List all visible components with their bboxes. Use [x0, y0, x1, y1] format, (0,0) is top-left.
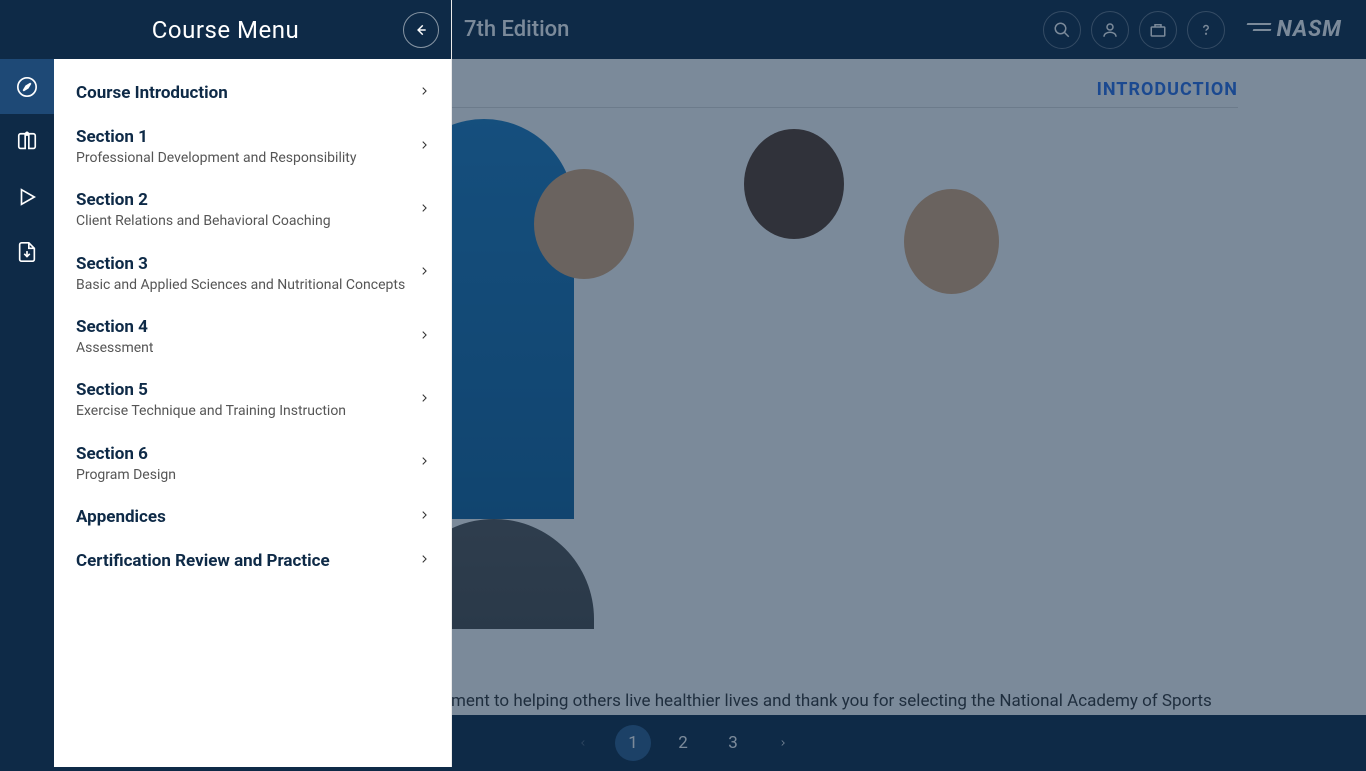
menu-item-section-1[interactable]: Section 1 Professional Development and R…	[62, 115, 443, 178]
menu-item-section-2[interactable]: Section 2 Client Relations and Behaviora…	[62, 178, 443, 241]
menu-item-section-5[interactable]: Section 5 Exercise Technique and Trainin…	[62, 368, 443, 431]
menu-item-title: Section 6	[76, 443, 419, 465]
chevron-right-icon	[419, 200, 429, 220]
compass-icon	[16, 76, 38, 98]
chevron-right-icon	[419, 327, 429, 347]
menu-item-title: Certification Review and Practice	[76, 550, 419, 572]
arrow-left-icon	[414, 23, 428, 37]
menu-item-section-6[interactable]: Section 6 Program Design	[62, 432, 443, 495]
menu-item-title: Section 2	[76, 189, 419, 211]
close-menu-button[interactable]	[403, 12, 439, 48]
menu-item-title: Appendices	[76, 506, 419, 528]
menu-item-appendices[interactable]: Appendices	[62, 495, 443, 539]
menu-item-title: Section 4	[76, 316, 419, 338]
menu-item-subtitle: Basic and Applied Sciences and Nutrition…	[76, 276, 419, 294]
menu-item-subtitle: Program Design	[76, 466, 419, 484]
course-menu-list: Course Introduction Section 1 Profession…	[54, 59, 451, 767]
chevron-right-icon	[419, 263, 429, 283]
nav-compass[interactable]	[0, 59, 54, 114]
menu-item-subtitle: Exercise Technique and Training Instruct…	[76, 402, 419, 420]
menu-item-subtitle: Assessment	[76, 339, 419, 357]
download-icon	[16, 241, 38, 263]
course-menu-header: Course Menu	[0, 0, 451, 59]
menu-icon-rail	[0, 59, 54, 767]
course-menu-panel: Course Menu Course Introduction Sectio	[0, 0, 452, 767]
nav-play[interactable]	[0, 169, 54, 224]
chevron-right-icon	[419, 453, 429, 473]
course-menu-title: Course Menu	[152, 16, 299, 44]
menu-item-subtitle: Professional Development and Responsibil…	[76, 149, 419, 167]
nav-book[interactable]	[0, 114, 54, 169]
menu-item-course-introduction[interactable]: Course Introduction	[62, 71, 443, 115]
chevron-right-icon	[419, 551, 429, 571]
menu-item-title: Course Introduction	[76, 82, 419, 104]
play-icon	[16, 186, 38, 208]
menu-item-title: Section 3	[76, 253, 419, 275]
chevron-right-icon	[419, 390, 429, 410]
menu-item-certification-review[interactable]: Certification Review and Practice	[62, 539, 443, 583]
menu-item-title: Section 1	[76, 126, 419, 148]
menu-item-section-3[interactable]: Section 3 Basic and Applied Sciences and…	[62, 242, 443, 305]
menu-item-title: Section 5	[76, 379, 419, 401]
menu-item-section-4[interactable]: Section 4 Assessment	[62, 305, 443, 368]
menu-item-subtitle: Client Relations and Behavioral Coaching	[76, 212, 419, 230]
chevron-right-icon	[419, 137, 429, 157]
book-icon	[16, 131, 38, 153]
chevron-right-icon	[419, 83, 429, 103]
nav-download[interactable]	[0, 224, 54, 279]
chevron-right-icon	[419, 507, 429, 527]
